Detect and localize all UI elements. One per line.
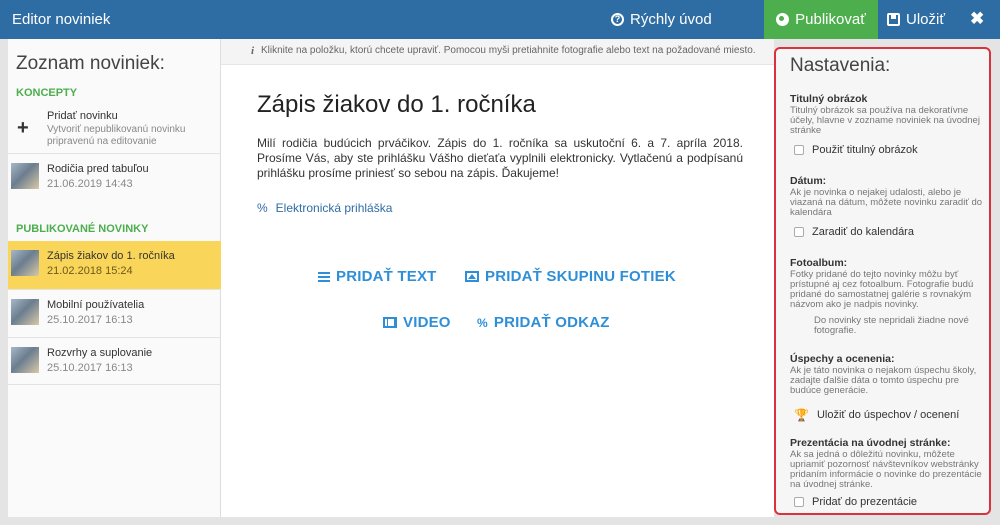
- homepage-presentation-section: Prezentácia na úvodnej stránke: Ak sa je…: [790, 437, 986, 508]
- top-bar: Editor noviniek ? Rýchly úvod Publikovať…: [0, 0, 1000, 39]
- add-gallery-button[interactable]: PRIDAŤ SKUPINU FOTIEK: [465, 268, 676, 285]
- link-icon: %: [257, 201, 268, 215]
- list-item-published-active[interactable]: Zápis žiakov do 1. ročníka 21.02.2018 15…: [8, 241, 221, 289]
- checkbox-icon: [794, 145, 804, 155]
- article-editor: i Kliknite na položku, ktorú chcete upra…: [221, 39, 774, 517]
- date-section: Dátum: Ak je novinka o nejakej udalosti,…: [790, 175, 986, 238]
- list-item-label: Zápis žiakov do 1. ročníka: [47, 250, 175, 262]
- achievements-section: Úspechy a ocenenia: Ak je táto novinka o…: [790, 353, 986, 422]
- section-description: Ak je táto novinka o nejakom úspechu ško…: [790, 365, 977, 396]
- news-thumbnail: [11, 347, 39, 373]
- drafts-section-label: KONCEPTY: [16, 87, 78, 99]
- editor-hint-bar: i Kliknite na položku, ktorú chcete upra…: [221, 39, 774, 65]
- section-description: Titulný obrázok sa používa na dekoratívn…: [790, 105, 980, 136]
- section-title: Prezentácia na úvodnej stránke:: [790, 437, 951, 449]
- add-link-label: PRIDAŤ ODKAZ: [493, 314, 610, 331]
- article-link-label: Elektronická prihláška: [275, 201, 393, 215]
- add-gallery-label: PRIDAŤ SKUPINU FOTIEK: [485, 268, 676, 285]
- news-thumbnail: [11, 163, 39, 189]
- section-title: Úspechy a ocenenia:: [790, 353, 895, 365]
- editor-hint-text: Kliknite na položku, ktorú chcete upravi…: [261, 45, 756, 56]
- list-item-published[interactable]: Mobilní používatelia 25.10.2017 16:13: [8, 289, 221, 337]
- section-description: Ak sa jedná o dôležitú novinku, môžete u…: [790, 449, 982, 490]
- plus-icon: +: [17, 117, 29, 139]
- photo-album-section: Fotoalbum: Fotky pridané do tejto novink…: [790, 257, 986, 336]
- album-note: Do novinky ste nepridali žiadne nové fot…: [814, 315, 969, 336]
- save-button[interactable]: Uložiť: [887, 11, 945, 28]
- article-body-text[interactable]: Milí rodičia budúcich prváčikov. Zápis d…: [257, 136, 743, 181]
- section-title: Fotoalbum:: [790, 257, 848, 269]
- list-item-draft[interactable]: Rodičia pred tabuľou 21.06.2019 14:43: [8, 153, 221, 201]
- achievements-action-label: Uložiť do úspechov / ocenení: [816, 409, 960, 421]
- news-list-heading: Zoznam noviniek:: [16, 53, 165, 74]
- checkbox-label: Zaradiť do kalendára: [812, 226, 914, 238]
- add-text-button[interactable]: PRIDAŤ TEXT: [318, 268, 437, 285]
- save-label: Uložiť: [906, 11, 945, 28]
- publish-button[interactable]: Publikovať: [764, 0, 878, 39]
- add-link-button[interactable]: % PRIDAŤ ODKAZ: [477, 314, 610, 331]
- info-icon: i: [251, 45, 255, 57]
- list-item-date: 21.02.2018 15:24: [47, 265, 133, 277]
- cover-image-section: Titulný obrázok Titulný obrázok sa použí…: [790, 93, 986, 156]
- settings-heading: Nastavenia:: [790, 55, 891, 76]
- article-title[interactable]: Zápis žiakov do 1. ročníka: [257, 91, 536, 119]
- add-to-calendar-checkbox[interactable]: Zaradiť do kalendára: [794, 226, 986, 238]
- question-icon: ?: [611, 13, 624, 26]
- news-thumbnail: [11, 299, 39, 325]
- use-cover-image-checkbox[interactable]: Použiť titulný obrázok: [794, 144, 986, 156]
- list-item-date: 25.10.2017 16:13: [47, 314, 133, 326]
- quick-intro-label: Rýchly úvod: [630, 11, 712, 28]
- quick-intro-button[interactable]: ? Rýchly úvod: [611, 11, 712, 28]
- list-item-date: 25.10.2017 16:13: [47, 362, 133, 374]
- section-title: Titulný obrázok: [790, 93, 868, 105]
- list-item-label: Rodičia pred tabuľou: [47, 163, 149, 175]
- list-item-label: Mobilní používatelia: [47, 299, 145, 311]
- section-description: Fotky pridané do tejto novinky môžu byť …: [790, 269, 974, 310]
- globe-icon: [776, 13, 790, 26]
- news-list-sidebar: Zoznam noviniek: KONCEPTY + Pridať novin…: [8, 39, 221, 517]
- section-title: Dátum:: [790, 175, 827, 187]
- news-thumbnail: [11, 250, 39, 276]
- add-text-label: PRIDAŤ TEXT: [336, 268, 437, 285]
- publish-label: Publikovať: [795, 11, 866, 28]
- list-item-date: 21.06.2019 14:43: [47, 178, 133, 190]
- checkbox-icon: [794, 227, 804, 237]
- link-icon: %: [477, 315, 488, 330]
- trophy-icon: 🏆: [794, 408, 809, 422]
- film-icon: [383, 317, 397, 328]
- floppy-icon: [887, 13, 900, 26]
- list-item-published[interactable]: Rozvrhy a suplovanie 25.10.2017 16:13: [8, 337, 221, 385]
- image-icon: [465, 271, 479, 282]
- checkbox-label: Pridať do prezentácie: [812, 496, 918, 508]
- add-to-presentation-checkbox[interactable]: Pridať do prezentácie: [794, 496, 986, 508]
- save-to-achievements-button[interactable]: 🏆 Uložiť do úspechov / ocenení: [794, 408, 986, 422]
- add-video-label: VIDEO: [403, 314, 451, 331]
- text-lines-icon: [318, 271, 330, 282]
- section-description: Ak je novinka o nejakej udalosti, alebo …: [790, 187, 983, 218]
- article-link[interactable]: % Elektronická prihláška: [257, 201, 392, 215]
- add-video-button[interactable]: VIDEO: [383, 314, 451, 331]
- list-item-label: Rozvrhy a suplovanie: [47, 347, 153, 359]
- add-news-button[interactable]: + Pridať novinku Vytvoriť nepublikovanú …: [8, 109, 221, 153]
- add-news-label: Pridať novinku: [47, 110, 118, 122]
- close-icon[interactable]: ✖: [970, 9, 984, 29]
- checkbox-icon: [794, 497, 804, 507]
- app-title: Editor noviniek: [12, 11, 111, 28]
- add-news-description: Vytvoriť nepublikovanú novinku pripraven…: [47, 124, 186, 147]
- settings-panel: Nastavenia: Titulný obrázok Titulný obrá…: [774, 47, 991, 515]
- checkbox-label: Použiť titulný obrázok: [812, 144, 918, 156]
- published-section-label: PUBLIKOVANÉ NOVINKY: [16, 223, 149, 235]
